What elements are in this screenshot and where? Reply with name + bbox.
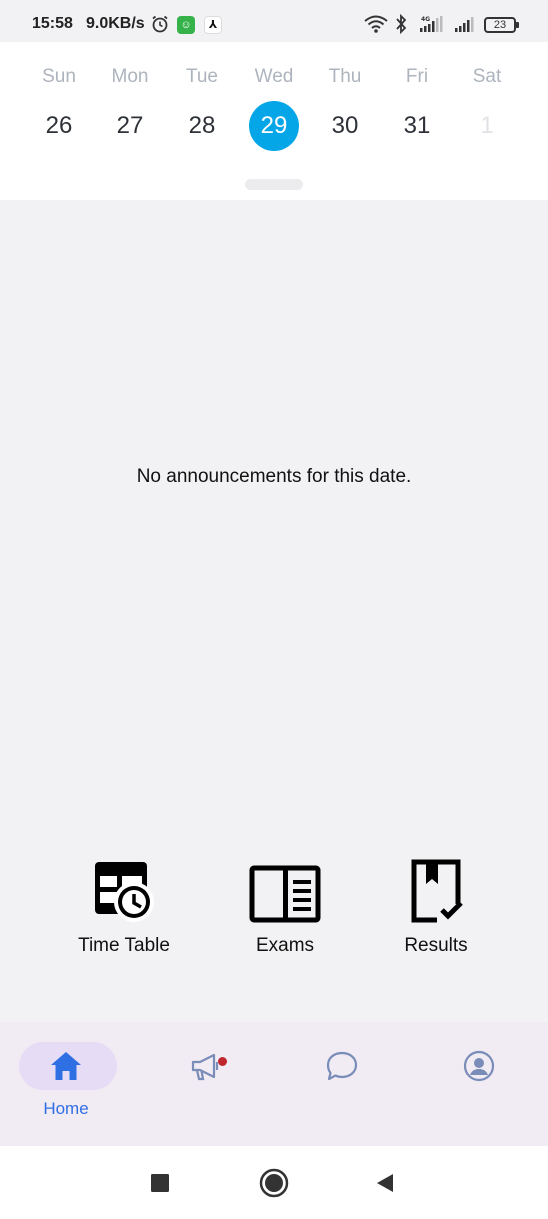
bottom-navigation: Home (0, 1022, 548, 1146)
week-calendar: Sun 26 Mon 27 Tue 28 Wed 29 Thu 30 Fri 3… (0, 42, 548, 200)
timetable-button[interactable]: Time Table (59, 858, 189, 957)
bookmark-check-icon (371, 858, 501, 929)
status-time: 15:58 (32, 15, 73, 32)
day-name: Thu (328, 66, 362, 87)
battery-icon: 23 (484, 17, 519, 33)
home-icon (48, 1048, 84, 1089)
signal-icon: 4G (418, 14, 448, 39)
day-name: Sat (472, 66, 502, 87)
chat-icon (324, 1048, 360, 1089)
exams-button[interactable]: Exams (220, 858, 350, 957)
day-name: Sun (42, 66, 76, 87)
selected-day-number: 29 (249, 101, 299, 151)
empty-announcements-message: No announcements for this date. (136, 466, 412, 487)
day-name: Fri (405, 66, 429, 87)
home-button[interactable] (258, 1167, 290, 1204)
nav-label: Home (43, 1099, 89, 1118)
day-name: Mon (111, 66, 149, 87)
day-number: 30 (331, 112, 359, 139)
alarm-icon (150, 14, 170, 39)
status-bar: 15:58 9.0KB/s ☺ ⅄ 4G 23 (0, 0, 548, 42)
recents-button[interactable] (150, 1173, 170, 1198)
bluetooth-icon (394, 13, 408, 39)
day-number: 1 (480, 112, 494, 139)
wifi-icon (363, 14, 389, 39)
day-number: 28 (188, 112, 216, 139)
notification-badge (218, 1057, 227, 1066)
quick-action-label: Time Table (78, 935, 170, 956)
signal-icon (453, 14, 477, 39)
calendar-expand-handle[interactable] (245, 179, 303, 190)
day-number: 27 (116, 112, 144, 139)
back-button[interactable] (374, 1172, 396, 1199)
quick-action-label: Exams (255, 935, 315, 956)
open-book-icon (220, 858, 350, 929)
app-notification-icon: ☺ (177, 16, 195, 34)
timetable-clock-icon (59, 858, 189, 929)
day-name: Tue (185, 66, 219, 87)
megaphone-icon (188, 1048, 224, 1089)
app-screen: 15:58 9.0KB/s ☺ ⅄ 4G 23 Sun 26 Mon 27 Tu… (0, 0, 548, 1219)
day-number: 31 (403, 112, 431, 139)
day-number: 26 (45, 112, 73, 139)
network-speed: 9.0KB/s (86, 15, 145, 32)
profile-icon (461, 1048, 497, 1089)
results-button[interactable]: Results (371, 858, 501, 957)
system-navigation-bar (0, 1146, 548, 1219)
day-name: Wed (254, 66, 294, 87)
quick-action-label: Results (404, 935, 468, 956)
app-notification-icon: ⅄ (204, 16, 222, 34)
svg-text:4G: 4G (421, 16, 430, 23)
